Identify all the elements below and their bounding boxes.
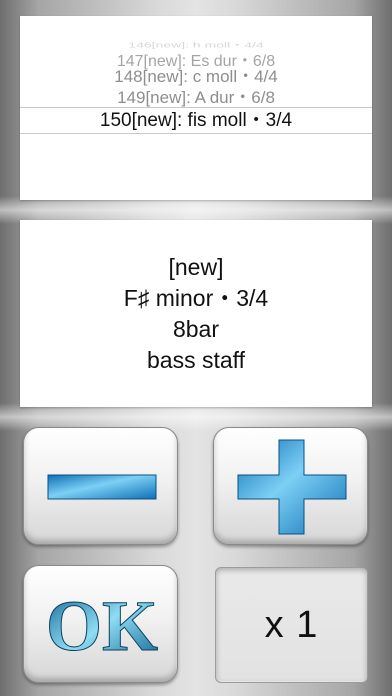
picker-selection-bottom-line <box>20 133 372 134</box>
ok-label: OK <box>45 586 158 667</box>
minus-icon <box>47 474 157 500</box>
minus-button[interactable] <box>23 427 178 545</box>
multiplier-label: x 1 <box>264 603 319 646</box>
picker-selected-row[interactable]: 150[new]: fis moll・3/4 <box>20 108 372 134</box>
info-status: [new] <box>168 253 224 280</box>
plus-icon <box>237 439 347 535</box>
picker-row[interactable]: 149[new]: A dur・6/8 <box>20 87 372 109</box>
ok-text: OK <box>46 586 158 666</box>
picker-row[interactable]: 148[new]: c moll・4/4 <box>20 66 372 88</box>
plus-button[interactable] <box>213 427 368 545</box>
tune-picker[interactable]: 146[new]: h moll・4/4 147[new]: Es dur・6/… <box>20 16 372 200</box>
tune-info-panel: [new] F♯ minor・3/4 8bar bass staff <box>20 220 372 407</box>
multiplier-button[interactable]: x 1 <box>215 567 368 683</box>
ok-button[interactable]: OK <box>23 565 178 683</box>
info-staff: bass staff <box>146 346 246 373</box>
info-bar-count: 8bar <box>172 315 220 342</box>
info-key-signature: F♯ minor・3/4 <box>123 284 269 311</box>
picker-row[interactable]: 146[new]: h moll・4/4 <box>20 40 372 50</box>
